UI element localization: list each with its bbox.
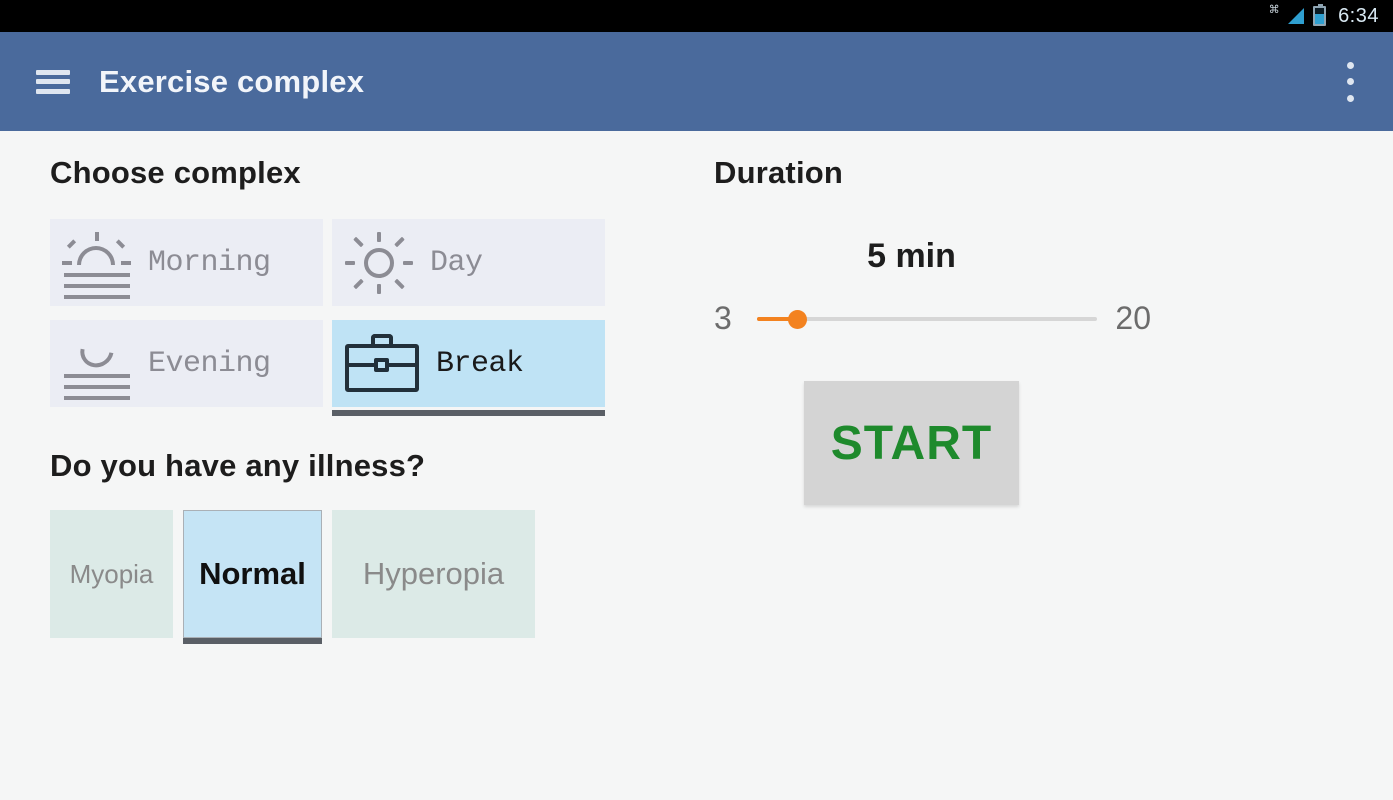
sun-icon (342, 230, 416, 296)
status-clock: 6:34 (1338, 4, 1379, 27)
duration-heading: Duration (714, 155, 844, 190)
illness-heading: Do you have any illness? (50, 448, 426, 483)
illness-option-myopia[interactable]: Myopia (50, 510, 173, 638)
complex-option-break[interactable]: Break (332, 320, 605, 416)
main-content: Choose complex Morning Day Evening Break… (0, 131, 1393, 800)
right-column: Duration 5 min 3 20 START (714, 155, 1234, 505)
slider-rail (756, 316, 1098, 321)
slider-thumb[interactable] (787, 309, 807, 329)
hamburger-menu-icon[interactable] (36, 69, 70, 94)
illness-option-label: Myopia (69, 558, 154, 589)
briefcase-icon (342, 331, 422, 397)
status-icon-group: ⌘ 6:34 (1268, 3, 1379, 28)
battery-icon (1313, 4, 1327, 26)
complex-option-label: Morning (148, 245, 271, 280)
complex-option-evening[interactable]: Evening (50, 320, 323, 407)
start-button[interactable]: START (804, 381, 1019, 505)
duration-slider-row: 3 20 (714, 300, 1151, 337)
app-root: ⌘ 6:34 Exercise complex Choose complex M… (0, 0, 1393, 800)
x-badge-icon: ⌘ (1268, 3, 1280, 16)
slider-min-label: 3 (714, 300, 732, 336)
complex-option-morning[interactable]: Morning (50, 219, 323, 306)
slider-max-label: 20 (1115, 300, 1151, 336)
complex-option-day[interactable]: Day (332, 219, 605, 306)
moonset-icon (60, 327, 134, 400)
more-vertical-icon[interactable] (1346, 61, 1355, 102)
illness-option-normal[interactable]: Normal (183, 510, 322, 644)
illness-option-label: Hyperopia (362, 556, 505, 591)
left-column: Choose complex Morning Day Evening Break… (50, 155, 650, 644)
illness-option-label: Normal (199, 556, 306, 591)
illness-option-hyperopia[interactable]: Hyperopia (332, 510, 535, 638)
complex-option-label: Evening (148, 346, 271, 381)
start-button-wrap: START (714, 381, 1109, 505)
duration-slider[interactable] (756, 306, 1098, 332)
complex-option-label: Day (430, 245, 483, 280)
signal-icon (1282, 6, 1305, 26)
android-status-bar: ⌘ 6:34 (0, 0, 1393, 32)
illness-options-row: Myopia Normal Hyperopia (50, 510, 650, 644)
choose-complex-heading: Choose complex (50, 155, 301, 190)
sunrise-icon (60, 230, 134, 299)
complex-options-grid: Morning Day Evening Break (50, 219, 650, 416)
page-title: Exercise complex (99, 63, 365, 99)
duration-value-label: 5 min (867, 237, 956, 275)
complex-option-label: Break (436, 346, 524, 381)
app-toolbar: Exercise complex (0, 32, 1393, 131)
